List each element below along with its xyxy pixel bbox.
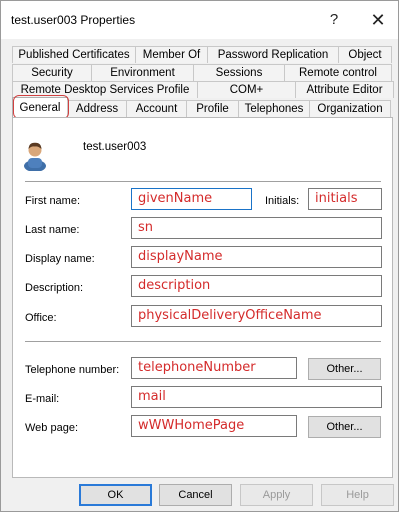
- email-field[interactable]: mail: [131, 386, 382, 408]
- apply-button[interactable]: Apply: [240, 484, 313, 506]
- help-button[interactable]: Help: [321, 484, 394, 506]
- tab-telephones[interactable]: Telephones: [238, 100, 310, 117]
- tab-security[interactable]: Security: [12, 64, 92, 81]
- tab-account[interactable]: Account: [126, 100, 187, 117]
- web-page-field[interactable]: wWWHomePage: [131, 415, 297, 437]
- tab-attribute-editor[interactable]: Attribute Editor: [295, 81, 394, 98]
- last-name-field[interactable]: sn: [131, 217, 382, 239]
- help-icon[interactable]: ?: [319, 9, 349, 31]
- tab-object[interactable]: Object: [338, 46, 392, 63]
- initials-label: Initials:: [265, 195, 300, 207]
- initials-field[interactable]: initials: [308, 188, 382, 210]
- tab-published-certificates[interactable]: Published Certificates: [12, 46, 136, 63]
- office-label: Office:: [25, 312, 57, 324]
- tab-row-2: Security Environment Sessions Remote con…: [12, 64, 392, 81]
- tab-row-1: Published Certificates Member Of Passwor…: [12, 46, 392, 63]
- tab-password-replication[interactable]: Password Replication: [207, 46, 339, 63]
- tab-member-of[interactable]: Member Of: [135, 46, 208, 63]
- tab-environment[interactable]: Environment: [91, 64, 194, 81]
- first-name-label: First name:: [25, 195, 81, 207]
- tab-remote-desktop-services-profile[interactable]: Remote Desktop Services Profile: [12, 81, 198, 98]
- divider-middle: [25, 341, 381, 342]
- tab-row-3: Remote Desktop Services Profile COM+ Att…: [12, 81, 394, 98]
- email-label: E-mail:: [25, 393, 60, 405]
- first-name-field[interactable]: givenName: [131, 188, 252, 210]
- description-label: Description:: [25, 282, 84, 294]
- display-name-label: Display name:: [25, 253, 95, 265]
- user-icon: [24, 142, 46, 171]
- other-web-page-button[interactable]: Other...: [308, 416, 381, 438]
- display-name-field[interactable]: displayName: [131, 246, 382, 268]
- window-title: test.user003 Properties: [11, 13, 136, 27]
- tab-row-4: General Address Account Profile Telephon…: [12, 97, 391, 117]
- tab-profile[interactable]: Profile: [186, 100, 239, 117]
- last-name-label: Last name:: [25, 224, 80, 236]
- tab-general[interactable]: General: [12, 97, 68, 117]
- title-bar: test.user003 Properties ? ✕: [1, 1, 398, 39]
- telephone-label: Telephone number:: [25, 364, 120, 376]
- divider-top: [25, 181, 381, 182]
- tab-address[interactable]: Address: [67, 100, 127, 117]
- office-field[interactable]: physicalDeliveryOfficeName: [131, 305, 382, 327]
- description-field[interactable]: description: [131, 275, 382, 297]
- tab-sessions[interactable]: Sessions: [193, 64, 285, 81]
- properties-dialog: test.user003 Properties ? ✕ Published Ce…: [0, 0, 399, 512]
- telephone-field[interactable]: telephoneNumber: [131, 357, 297, 379]
- user-display-name: test.user003: [83, 141, 147, 153]
- tab-com-plus[interactable]: COM+: [197, 81, 296, 98]
- other-telephone-button[interactable]: Other...: [308, 358, 381, 380]
- ok-button[interactable]: OK: [79, 484, 152, 506]
- tab-remote-control[interactable]: Remote control: [284, 64, 392, 81]
- web-page-label: Web page:: [25, 422, 79, 434]
- tab-organization[interactable]: Organization: [309, 100, 391, 117]
- cancel-button[interactable]: Cancel: [159, 484, 232, 506]
- close-icon[interactable]: ✕: [363, 9, 393, 31]
